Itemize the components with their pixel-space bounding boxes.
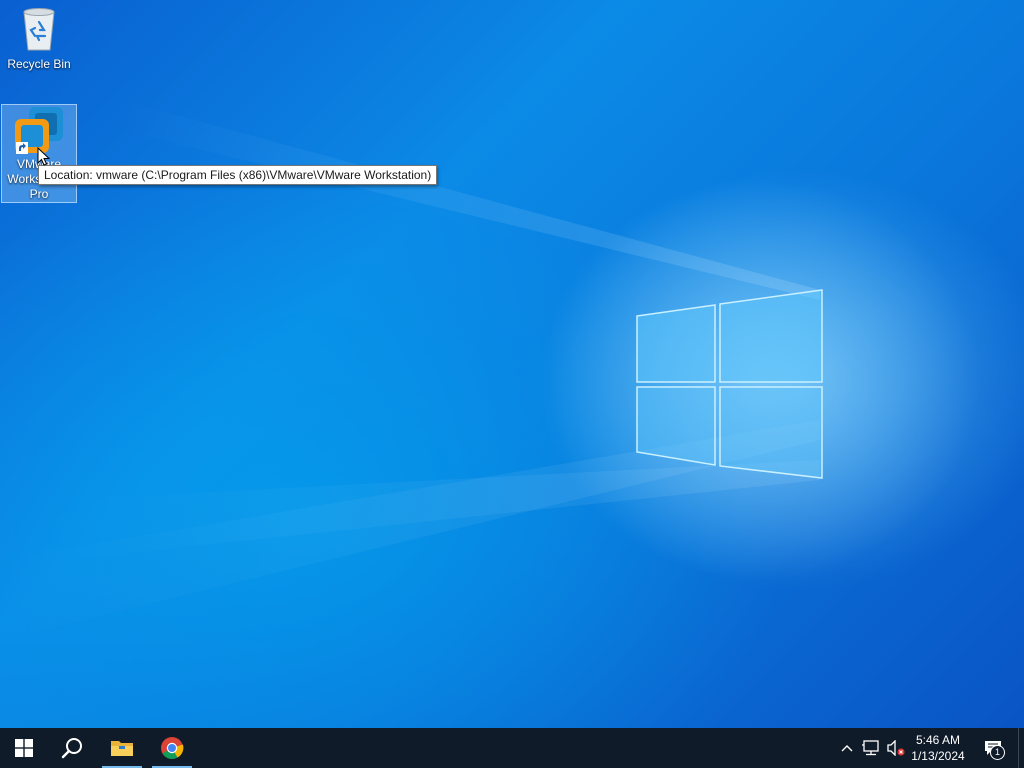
desktop-icon-recycle-bin[interactable]: Recycle Bin xyxy=(1,6,77,76)
start-button[interactable] xyxy=(0,728,48,768)
volume-button[interactable] xyxy=(884,728,908,768)
file-explorer-icon xyxy=(111,741,133,756)
wallpaper-light-beams xyxy=(0,100,980,640)
clock-time: 5:46 AM xyxy=(915,733,961,747)
desktop-icon-label: Recycle Bin xyxy=(7,57,71,71)
search-button[interactable] xyxy=(48,728,96,768)
clock-date: 1/13/2024 xyxy=(911,749,965,763)
file-explorer-button[interactable] xyxy=(98,728,146,768)
search-icon xyxy=(61,738,82,759)
recycle-bin-icon xyxy=(23,8,55,51)
volume-muted-icon xyxy=(887,740,905,756)
shortcut-location-tooltip: Location: vmware (C:\Program Files (x86)… xyxy=(38,165,438,185)
chrome-icon xyxy=(161,737,184,759)
action-center-button[interactable]: 1 xyxy=(978,728,1008,768)
chevron-up-icon xyxy=(841,745,853,752)
network-icon xyxy=(862,740,879,756)
start-icon xyxy=(15,739,33,757)
desktop-icon-label-line3: Pro xyxy=(29,187,49,201)
shortcut-arrow-icon xyxy=(16,142,28,154)
chrome-button[interactable] xyxy=(148,728,196,768)
mouse-cursor-icon xyxy=(37,147,51,166)
show-desktop-button[interactable] xyxy=(1018,728,1024,768)
system-clock[interactable]: 5:46 AM 1/13/2024 xyxy=(908,732,968,764)
notification-count-badge: 1 xyxy=(990,745,1005,760)
taskbar: 5:46 AM 1/13/2024 1 xyxy=(0,728,1024,768)
windows-logo-wallpaper xyxy=(636,289,823,479)
show-hidden-icons-button[interactable] xyxy=(838,728,856,768)
network-button[interactable] xyxy=(860,728,882,768)
